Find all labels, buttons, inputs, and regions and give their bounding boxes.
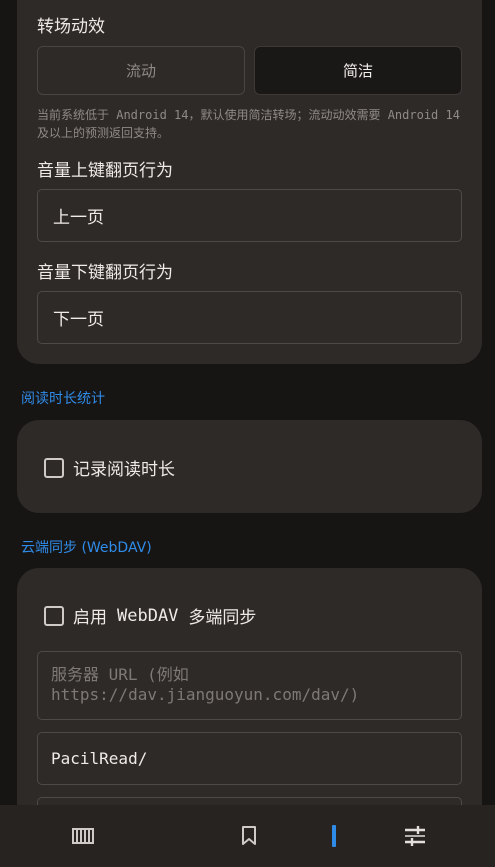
record-reading-time-label: 记录阅读时长 [73, 460, 175, 480]
checkbox-box[interactable] [44, 605, 64, 626]
reading-time-section-title: 阅读时长统计 [21, 391, 105, 407]
volume-down-select[interactable]: 下一页 [37, 291, 462, 344]
library-icon [72, 828, 94, 844]
reader-icon [332, 825, 336, 847]
transition-option-flow[interactable]: 流动 [37, 46, 245, 95]
bottom-nav [0, 805, 495, 867]
nav-reader[interactable] [304, 805, 364, 867]
webdav-url-input[interactable]: 服务器 URL (例如 https://dav.jianguoyun.com/d… [37, 651, 462, 720]
record-reading-time-checkbox[interactable]: 记录阅读时长 [44, 455, 175, 480]
enable-webdav-label-mono: WebDAV [117, 605, 179, 626]
transition-label: 转场动效 [37, 17, 105, 37]
transition-option-simple[interactable]: 简洁 [254, 46, 462, 95]
bookmark-icon [242, 826, 256, 845]
nav-bookmarks[interactable] [219, 805, 279, 867]
volume-up-value: 上一页 [53, 208, 104, 228]
webdav-path-value: PacilRead/ [51, 749, 148, 768]
webdav-path-input[interactable]: PacilRead/ [37, 732, 462, 785]
volume-up-select[interactable]: 上一页 [37, 189, 462, 242]
nav-settings[interactable] [385, 805, 445, 867]
nav-library[interactable] [53, 805, 113, 867]
webdav-url-placeholder: 服务器 URL (例如 https://dav.jianguoyun.com/d… [51, 665, 360, 704]
transition-hint: 当前系统低于 Android 14，默认使用简洁转场；流动动效需要 Androi… [37, 108, 460, 140]
volume-down-value: 下一页 [53, 310, 104, 330]
enable-webdav-label-prefix: 启用 [73, 608, 107, 628]
settings-icon [405, 826, 425, 846]
volume-down-label: 音量下键翻页行为 [37, 263, 173, 283]
enable-webdav-checkbox[interactable]: 启用 WebDAV 多端同步 [44, 603, 256, 628]
webdav-section-title: 云端同步 (WebDAV) [21, 540, 152, 556]
checkbox-box[interactable] [44, 457, 64, 478]
volume-up-label: 音量上键翻页行为 [37, 161, 173, 181]
enable-webdav-label-suffix: 多端同步 [188, 608, 257, 628]
settings-page: 转场动效 流动 简洁 当前系统低于 Android 14，默认使用简洁转场；流动… [0, 0, 495, 867]
